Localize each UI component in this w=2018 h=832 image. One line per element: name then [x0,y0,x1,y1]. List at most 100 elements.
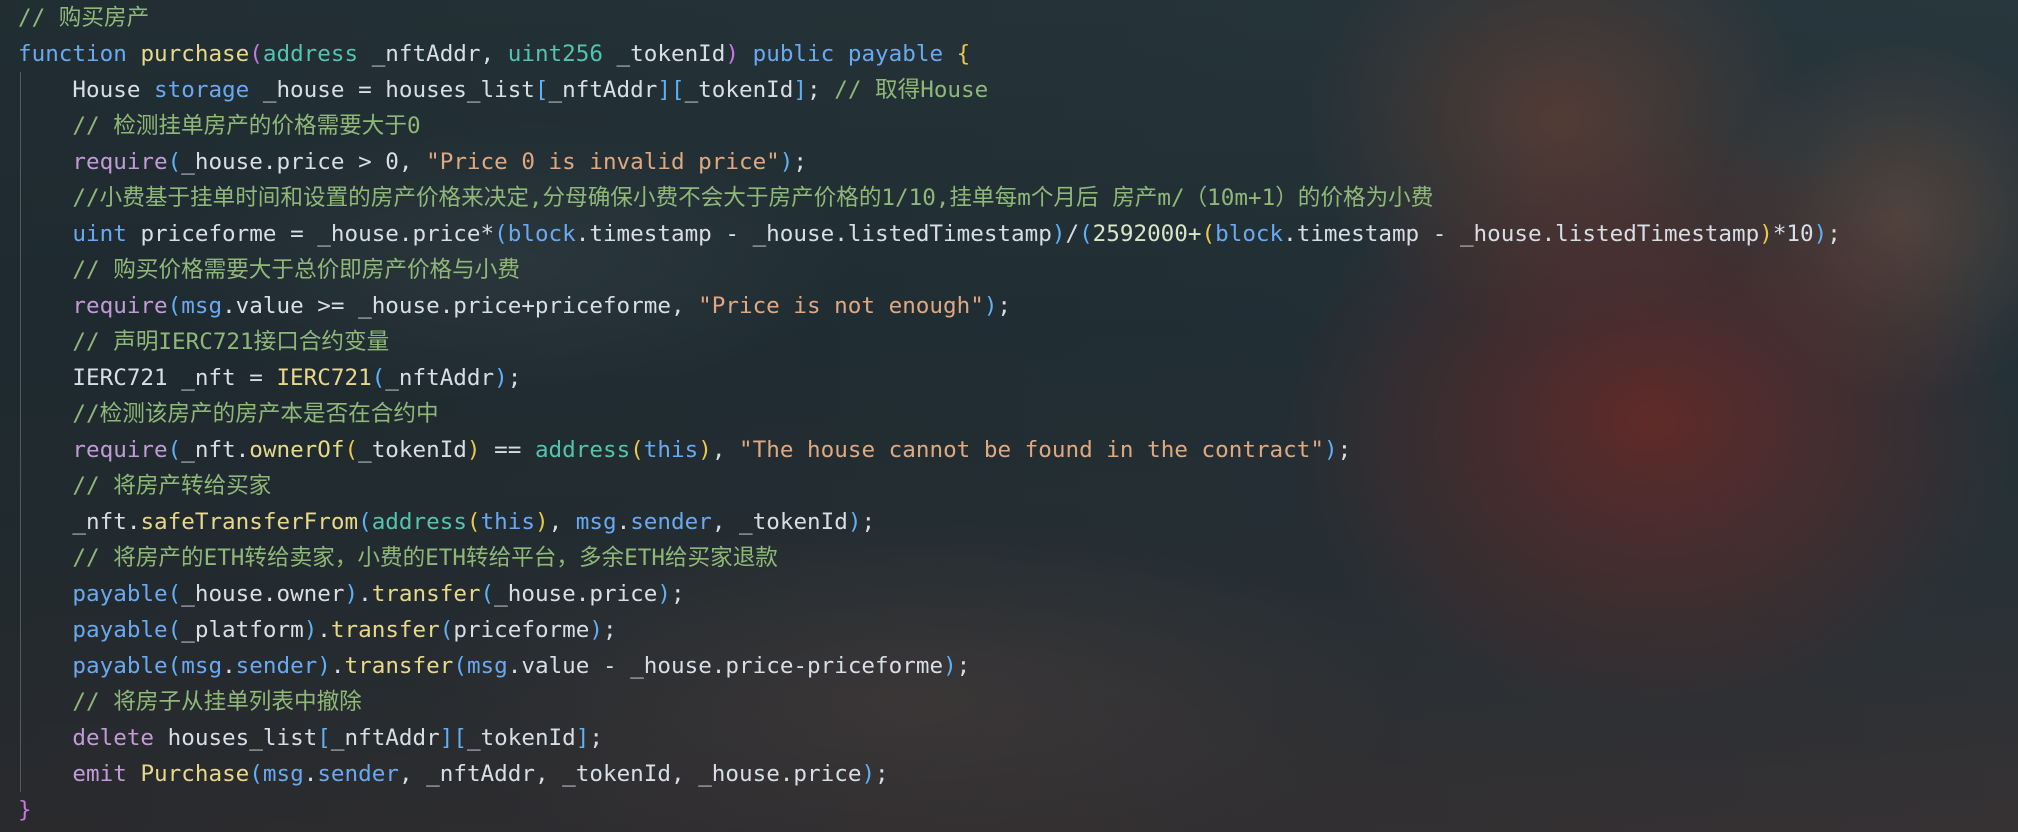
code-token-var [739,41,753,67]
code-token-kw: uint [72,221,127,247]
indent-guide [20,504,21,540]
code-token-comment: // 取得House [834,77,989,103]
code-token-kw: function [18,41,127,67]
code-token-var [18,437,72,463]
code-token-p3: ) [344,581,359,607]
code-token-p3: ) [943,653,957,679]
code-token-comment: //小费基于挂单时间和设置的房产价格来决定,分母确保小费不会大于房产价格的1/1… [72,185,1434,211]
code-token-var: _tokenId [358,437,467,463]
code-token-var: .timestamp - _house.listedTimestamp [575,221,1052,247]
code-line[interactable]: // 检测挂单房产的价格需要大于0 [18,108,2008,144]
code-token-var: House [18,77,155,103]
code-line[interactable]: House storage _house = houses_list[_nftA… [18,72,2008,108]
code-token-var: . [330,653,345,679]
code-line[interactable]: uint priceforme = _house.price*(block.ti… [18,216,2008,252]
code-token-p3: [ [453,725,467,751]
code-token-var [18,221,72,247]
code-token-type: address [371,509,467,535]
code-token-p3: ( [167,149,182,175]
code-token-comment: // 声明IERC721接口合约变量 [72,329,390,355]
code-token-var [834,41,848,67]
code-token-fn: transfer [371,581,481,607]
code-token-p3: ) [317,653,331,679]
code-token-var: ; [507,365,522,391]
code-token-var [18,761,72,787]
code-token-var: . [358,581,372,607]
code-token-var: _tokenId [466,725,576,751]
code-token-p3: ) [983,293,998,319]
indent-guide [20,216,21,252]
code-token-p3: ( [167,293,182,319]
code-line[interactable]: payable(_house.owner).transfer(_house.pr… [18,576,2008,612]
code-line[interactable]: // 购买房产 [18,0,2008,36]
code-token-var: , _tokenId [711,509,848,535]
code-line[interactable]: //小费基于挂单时间和设置的房产价格来决定,分母确保小费不会大于房产价格的1/1… [18,180,2008,216]
code-token-var [18,581,72,607]
code-line[interactable]: payable(_platform).transfer(priceforme); [18,612,2008,648]
code-token-var [18,545,72,571]
code-token-p3: ( [371,365,386,391]
code-token-kw: msg [181,653,223,679]
indent-guide [20,540,21,576]
indent-guide [20,360,21,396]
code-token-p3: ) [1051,221,1066,247]
code-token-p1: ( [466,509,481,535]
code-token-kw2: require [72,293,168,319]
code-token-var [18,617,72,643]
code-token-kw: public [752,41,835,67]
code-line[interactable]: function purchase(address _nftAddr, uint… [18,36,2008,72]
code-token-type: address [534,437,631,463]
indent-guide [20,756,21,792]
code-line[interactable]: delete houses_list[_nftAddr][_tokenId]; [18,720,2008,756]
code-token-p3: ) [589,617,603,643]
indent-guide [20,144,21,180]
code-line[interactable]: emit Purchase(msg.sender, _nftAddr, _tok… [18,756,2008,792]
code-token-p3: ( [453,653,467,679]
code-token-var [18,689,72,715]
code-token-p3: ( [494,221,508,247]
code-token-p3: ] [793,77,807,103]
code-token-var: ; [1827,221,1841,247]
code-line[interactable]: require(_nft.ownerOf(_tokenId) == addres… [18,432,2008,468]
code-token-kw: sender [630,509,712,535]
code-editor[interactable]: // 购买房产 function purchase(address _nftAdd… [18,0,2008,832]
code-token-var: _nft. [18,509,141,535]
code-token-fn: safeTransferFrom [140,509,359,535]
code-token-var [127,41,141,67]
code-token-var: _nftAddr [548,77,658,103]
code-token-p3: [ [317,725,331,751]
code-token-kw2: require [72,149,168,175]
code-line[interactable]: // 声明IERC721接口合约变量 [18,324,2008,360]
indent-guide [20,432,21,468]
code-token-var: .timestamp - _house.listedTimestamp [1283,221,1760,247]
code-token-var [18,257,72,283]
code-line[interactable]: require(_house.price > 0, "Price 0 is in… [18,144,2008,180]
code-token-kw: block [507,221,576,247]
code-token-kw: sender [235,653,318,679]
code-token-var [18,185,72,211]
code-token-p1: ( [344,437,359,463]
code-token-kw: block [1215,221,1284,247]
code-line[interactable]: //检测该房产的房产本是否在合约中 [18,396,2008,432]
code-token-p1: ) [466,437,481,463]
code-line[interactable]: // 将房子从挂单列表中撤除 [18,684,2008,720]
code-token-fn: Purchase [140,761,250,787]
code-line[interactable]: _nft.safeTransferFrom(address(this), msg… [18,504,2008,540]
code-line[interactable]: // 将房产转给买家 [18,468,2008,504]
code-line[interactable]: } [18,792,2008,828]
code-token-var: _platform [181,617,304,643]
code-token-var: _house = houses_list [249,77,535,103]
code-token-var: priceforme = _house.price* [126,221,495,247]
code-line[interactable]: // 将房产的ETH转给卖家，小费的ETH转给平台，多余ETH给买家退款 [18,540,2008,576]
code-line[interactable]: payable(msg.sender).transfer(msg.value -… [18,648,2008,684]
code-token-var: ; [602,617,617,643]
code-line[interactable]: IERC721 _nft = IERC721(_nftAddr); [18,360,2008,396]
code-token-fn: IERC721 [276,365,372,391]
code-line[interactable]: // 购买价格需要大于总价即房产价格与小费 [18,252,2008,288]
code-token-p2: ) [725,41,739,67]
code-token-var: ; [793,149,807,175]
code-token-comment: // 购买房产 [18,5,150,31]
code-line[interactable]: require(msg.value >= _house.price+pricef… [18,288,2008,324]
code-token-p3: ( [249,761,263,787]
code-token-var: _house.owner [181,581,345,607]
